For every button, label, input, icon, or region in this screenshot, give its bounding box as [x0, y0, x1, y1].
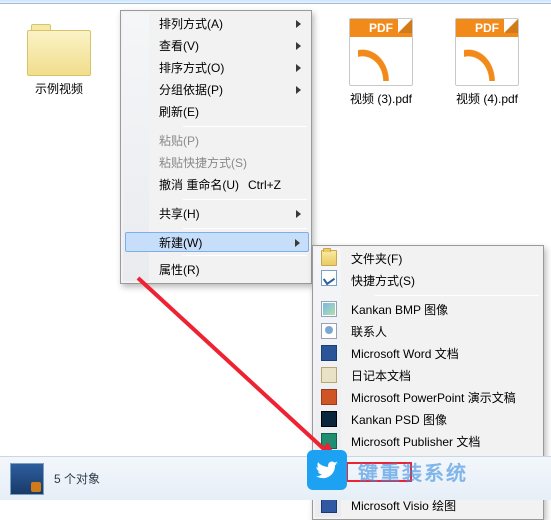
chevron-right-icon	[296, 86, 301, 94]
shortcut-icon	[321, 270, 337, 286]
chevron-right-icon	[295, 239, 300, 247]
chevron-right-icon	[296, 210, 301, 218]
menu-group[interactable]: 分组依据(P)	[153, 79, 309, 101]
submenu-folder[interactable]: 文件夹(F)	[345, 248, 541, 270]
folder-icon	[27, 24, 91, 76]
folder-label: 示例视频	[14, 80, 104, 97]
pdf-icon: PDF	[455, 18, 519, 86]
diary-icon	[321, 367, 337, 383]
status-thumb-icon	[10, 463, 44, 495]
ppt-icon	[321, 389, 337, 405]
file-label: 视频 (4).pdf	[442, 90, 532, 107]
submenu-diary[interactable]: 日记本文档	[345, 365, 541, 387]
menu-share[interactable]: 共享(H)	[153, 203, 309, 225]
menu-sort[interactable]: 排序方式(O)	[153, 57, 309, 79]
folder-icon	[321, 250, 337, 266]
menu-arrange[interactable]: 排列方式(A)	[153, 13, 309, 35]
chevron-right-icon	[296, 20, 301, 28]
submenu-word[interactable]: Microsoft Word 文档	[345, 343, 541, 365]
menu-view[interactable]: 查看(V)	[153, 35, 309, 57]
menu-refresh[interactable]: 刷新(E)	[153, 101, 309, 123]
pdf-icon: PDF	[349, 18, 413, 86]
menu-new[interactable]: 新建(W)	[125, 232, 309, 252]
submenu-ppt[interactable]: Microsoft PowerPoint 演示文稿	[345, 387, 541, 409]
pdf-file-1[interactable]: PDF 视频 (3).pdf	[336, 18, 426, 107]
menu-separator	[183, 199, 307, 200]
menu-undo-rename[interactable]: 撤消 重命名(U)Ctrl+Z	[153, 174, 309, 196]
twitter-overlay-icon	[307, 450, 347, 490]
status-bar: 5 个对象	[0, 456, 551, 500]
shortcut-text: Ctrl+Z	[248, 174, 281, 196]
submenu-psd[interactable]: Kankan PSD 图像	[345, 409, 541, 431]
chevron-right-icon	[296, 64, 301, 72]
menu-paste: 粘贴(P)	[153, 130, 309, 152]
chevron-right-icon	[296, 42, 301, 50]
menu-separator	[183, 126, 307, 127]
submenu-contact[interactable]: 联系人	[345, 321, 541, 343]
word-icon	[321, 345, 337, 361]
file-label: 视频 (3).pdf	[336, 90, 426, 107]
pub-icon	[321, 433, 337, 449]
window-top-chrome	[0, 0, 551, 4]
menu-separator	[183, 228, 307, 229]
submenu-shortcut[interactable]: 快捷方式(S)	[345, 270, 541, 292]
pdf-file-2[interactable]: PDF 视频 (4).pdf	[442, 18, 532, 107]
contact-icon	[321, 323, 337, 339]
explorer-content-area[interactable]: 示例视频 PDF 视频 (3).pdf PDF 视频 (4).pdf 排列方式(…	[0, 6, 551, 456]
submenu-pub[interactable]: Microsoft Publisher 文档	[345, 431, 541, 453]
menu-properties[interactable]: 属性(R)	[153, 259, 309, 281]
context-menu: 排列方式(A) 查看(V) 排序方式(O) 分组依据(P) 刷新(E) 粘贴(P…	[120, 10, 312, 284]
folder-item[interactable]: 示例视频	[14, 24, 104, 97]
submenu-bmp[interactable]: Kankan BMP 图像	[345, 299, 541, 321]
psd-icon	[321, 411, 337, 427]
menu-paste-shortcut: 粘贴快捷方式(S)	[153, 152, 309, 174]
menu-separator	[183, 255, 307, 256]
menu-separator	[375, 295, 539, 296]
status-text: 5 个对象	[54, 470, 100, 487]
bmp-icon	[321, 301, 337, 317]
